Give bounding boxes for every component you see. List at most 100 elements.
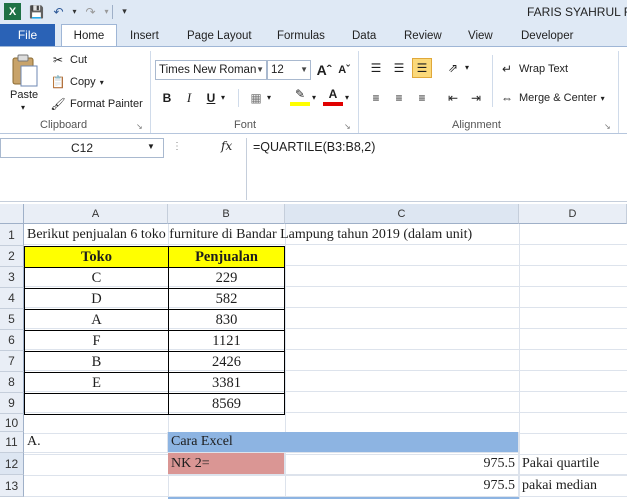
column-header-a[interactable]: A <box>24 204 168 224</box>
orientation-dropdown-icon[interactable]: ▾ <box>465 63 469 72</box>
copy-button[interactable]: 📋 Copy ▾ <box>50 75 104 89</box>
row-header[interactable]: 9 <box>0 393 24 414</box>
paste-icon[interactable] <box>8 53 42 89</box>
cell-b12[interactable]: NK 2= <box>168 453 285 475</box>
wrap-text-button[interactable]: ↵ Wrap Text <box>499 62 568 76</box>
tab-review[interactable]: Review <box>394 27 452 46</box>
row-header[interactable]: 7 <box>0 351 24 372</box>
formula-input[interactable]: =QUARTILE(B3:B8,2) <box>246 138 627 200</box>
align-center-icon[interactable]: ≡ <box>389 88 409 108</box>
alignment-group-label: Alignment <box>452 119 501 131</box>
font-name-dropdown-icon[interactable]: ▼ <box>256 61 264 79</box>
table-cell[interactable]: F <box>24 330 169 352</box>
copy-dropdown-icon[interactable]: ▾ <box>100 78 104 87</box>
tab-page-layout[interactable]: Page Layout <box>177 27 262 46</box>
row-header[interactable]: 10 <box>0 414 24 432</box>
table-cell[interactable]: 3381 <box>168 372 285 394</box>
shrink-font-icon[interactable]: Aˇ <box>334 60 354 80</box>
font-color-icon[interactable]: A <box>323 86 343 106</box>
table-cell[interactable]: 8569 <box>168 393 285 415</box>
underline-dropdown-icon[interactable]: ▾ <box>221 93 225 102</box>
row-header[interactable]: 6 <box>0 330 24 351</box>
merge-dropdown-icon[interactable]: ▾ <box>601 94 605 103</box>
row-header[interactable]: 4 <box>0 288 24 309</box>
cell-a1[interactable]: Berikut penjualan 6 toko furniture di Ba… <box>24 224 475 246</box>
tab-insert[interactable]: Insert <box>120 27 169 46</box>
save-icon[interactable]: 💾 <box>28 3 45 20</box>
table-cell[interactable]: 1121 <box>168 330 285 352</box>
column-header-b[interactable]: B <box>168 204 285 224</box>
cell-c12[interactable]: 975.5 <box>285 453 519 475</box>
font-launcher-icon[interactable]: ↘ <box>344 122 351 131</box>
align-bottom-icon[interactable]: ☰ <box>412 58 432 78</box>
table-cell[interactable]: B <box>24 351 169 373</box>
font-color-dropdown-icon[interactable]: ▾ <box>345 93 349 102</box>
decrease-indent-icon[interactable]: ⇤ <box>443 88 463 108</box>
column-header-d[interactable]: D <box>519 204 627 224</box>
name-box-dropdown-icon[interactable]: ▼ <box>147 142 155 151</box>
font-size-combo[interactable]: 12 ▼ <box>267 60 311 80</box>
cell-d13[interactable]: pakai median <box>519 475 627 497</box>
tab-file[interactable]: File <box>0 24 55 46</box>
alignment-launcher-icon[interactable]: ↘ <box>604 122 611 131</box>
table-cell[interactable]: A <box>24 309 169 331</box>
row-header[interactable]: 2 <box>0 246 24 267</box>
cell-c13[interactable]: 975.5 <box>285 475 519 497</box>
font-name-combo[interactable]: Times New Roman ▼ <box>155 60 267 80</box>
increase-indent-icon[interactable]: ⇥ <box>466 88 486 108</box>
table-cell[interactable]: 582 <box>168 288 285 310</box>
font-size-dropdown-icon[interactable]: ▼ <box>300 61 308 79</box>
cell-b2[interactable]: Penjualan <box>168 246 285 268</box>
redo-icon[interactable]: ↷ <box>82 3 99 20</box>
paste-dropdown-icon[interactable]: ▾ <box>21 103 25 112</box>
cut-button[interactable]: ✂ Cut <box>50 53 87 67</box>
align-middle-icon[interactable]: ☰ <box>389 58 409 78</box>
column-header-c[interactable]: C <box>285 204 519 224</box>
paste-button[interactable]: Paste <box>10 89 38 101</box>
merge-center-button[interactable]: ⇔ Merge & Center ▾ <box>499 91 605 105</box>
borders-dropdown-icon[interactable]: ▾ <box>267 93 271 102</box>
table-cell[interactable]: D <box>24 288 169 310</box>
fill-color-icon[interactable]: ✎ <box>290 86 310 106</box>
cell-d12[interactable]: Pakai quartile <box>519 453 627 475</box>
row-header[interactable]: 8 <box>0 372 24 393</box>
customize-qat-icon[interactable]: ▾ <box>116 3 133 20</box>
undo-dropdown-icon[interactable]: ▾ <box>66 3 83 20</box>
tab-formulas[interactable]: Formulas <box>267 27 335 46</box>
italic-button[interactable]: I <box>179 88 199 108</box>
table-cell[interactable]: 2426 <box>168 351 285 373</box>
align-left-icon[interactable]: ≡ <box>366 88 386 108</box>
bold-button[interactable]: B <box>157 88 177 108</box>
tab-data[interactable]: Data <box>342 27 386 46</box>
cell-a11[interactable]: A. <box>24 432 168 453</box>
row-header[interactable]: 1 <box>0 224 24 246</box>
underline-button[interactable]: U <box>201 88 221 108</box>
cell-b11[interactable]: Cara Excel <box>168 432 519 453</box>
fill-color-dropdown-icon[interactable]: ▾ <box>312 93 316 102</box>
tab-home[interactable]: Home <box>61 24 117 47</box>
table-cell[interactable]: 229 <box>168 267 285 289</box>
align-right-icon[interactable]: ≡ <box>412 88 432 108</box>
tab-developer[interactable]: Developer <box>511 27 583 46</box>
cell-a2[interactable]: Toko <box>24 246 169 268</box>
undo-icon[interactable]: ↶ <box>50 3 67 20</box>
insert-function-icon[interactable]: fx <box>221 139 232 153</box>
table-cell[interactable] <box>24 393 169 415</box>
row-header[interactable]: 11 <box>0 432 24 453</box>
borders-icon[interactable]: ▦ <box>246 88 266 108</box>
table-cell[interactable]: 830 <box>168 309 285 331</box>
clipboard-launcher-icon[interactable]: ↘ <box>136 122 143 131</box>
orientation-icon[interactable]: ⇗ <box>443 58 463 78</box>
align-top-icon[interactable]: ☰ <box>366 58 386 78</box>
row-header[interactable]: 13 <box>0 475 24 497</box>
table-cell[interactable]: C <box>24 267 169 289</box>
row-header[interactable]: 5 <box>0 309 24 330</box>
row-header[interactable]: 3 <box>0 267 24 288</box>
grow-font-icon[interactable]: Aˆ <box>314 60 334 80</box>
tab-view[interactable]: View <box>458 27 503 46</box>
name-box[interactable]: C12 <box>0 138 164 158</box>
format-painter-button[interactable]: 🖌 Format Painter <box>50 97 142 111</box>
table-cell[interactable]: E <box>24 372 169 394</box>
row-header[interactable]: 12 <box>0 453 24 475</box>
select-all-corner[interactable] <box>0 204 24 224</box>
